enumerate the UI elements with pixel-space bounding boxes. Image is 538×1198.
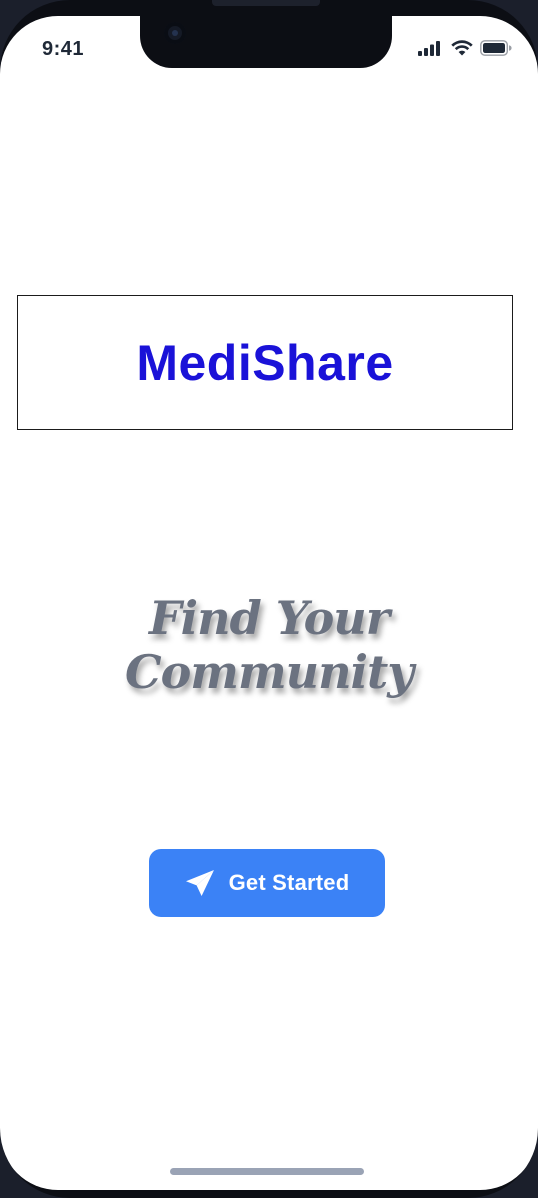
send-icon — [185, 870, 214, 896]
tagline: Find Your Community — [125, 591, 414, 699]
app-name: MediShare — [136, 334, 394, 391]
status-icons — [418, 38, 512, 58]
get-started-button[interactable]: Get Started — [149, 849, 385, 917]
app-screen: 9:41 MediShare Find Your Community Get S… — [0, 16, 538, 1190]
wifi-icon — [451, 40, 473, 56]
get-started-label: Get Started — [228, 870, 350, 895]
speaker-grille — [212, 0, 320, 6]
signal-icon — [418, 41, 440, 56]
app-logo: MediShare — [17, 295, 513, 430]
camera-icon — [164, 22, 186, 44]
battery-icon — [480, 40, 512, 56]
status-time: 9:41 — [42, 38, 85, 60]
notch — [140, 16, 392, 68]
phone-frame: 9:41 MediShare Find Your Community Get S… — [0, 0, 538, 1198]
home-indicator[interactable] — [170, 1168, 364, 1175]
